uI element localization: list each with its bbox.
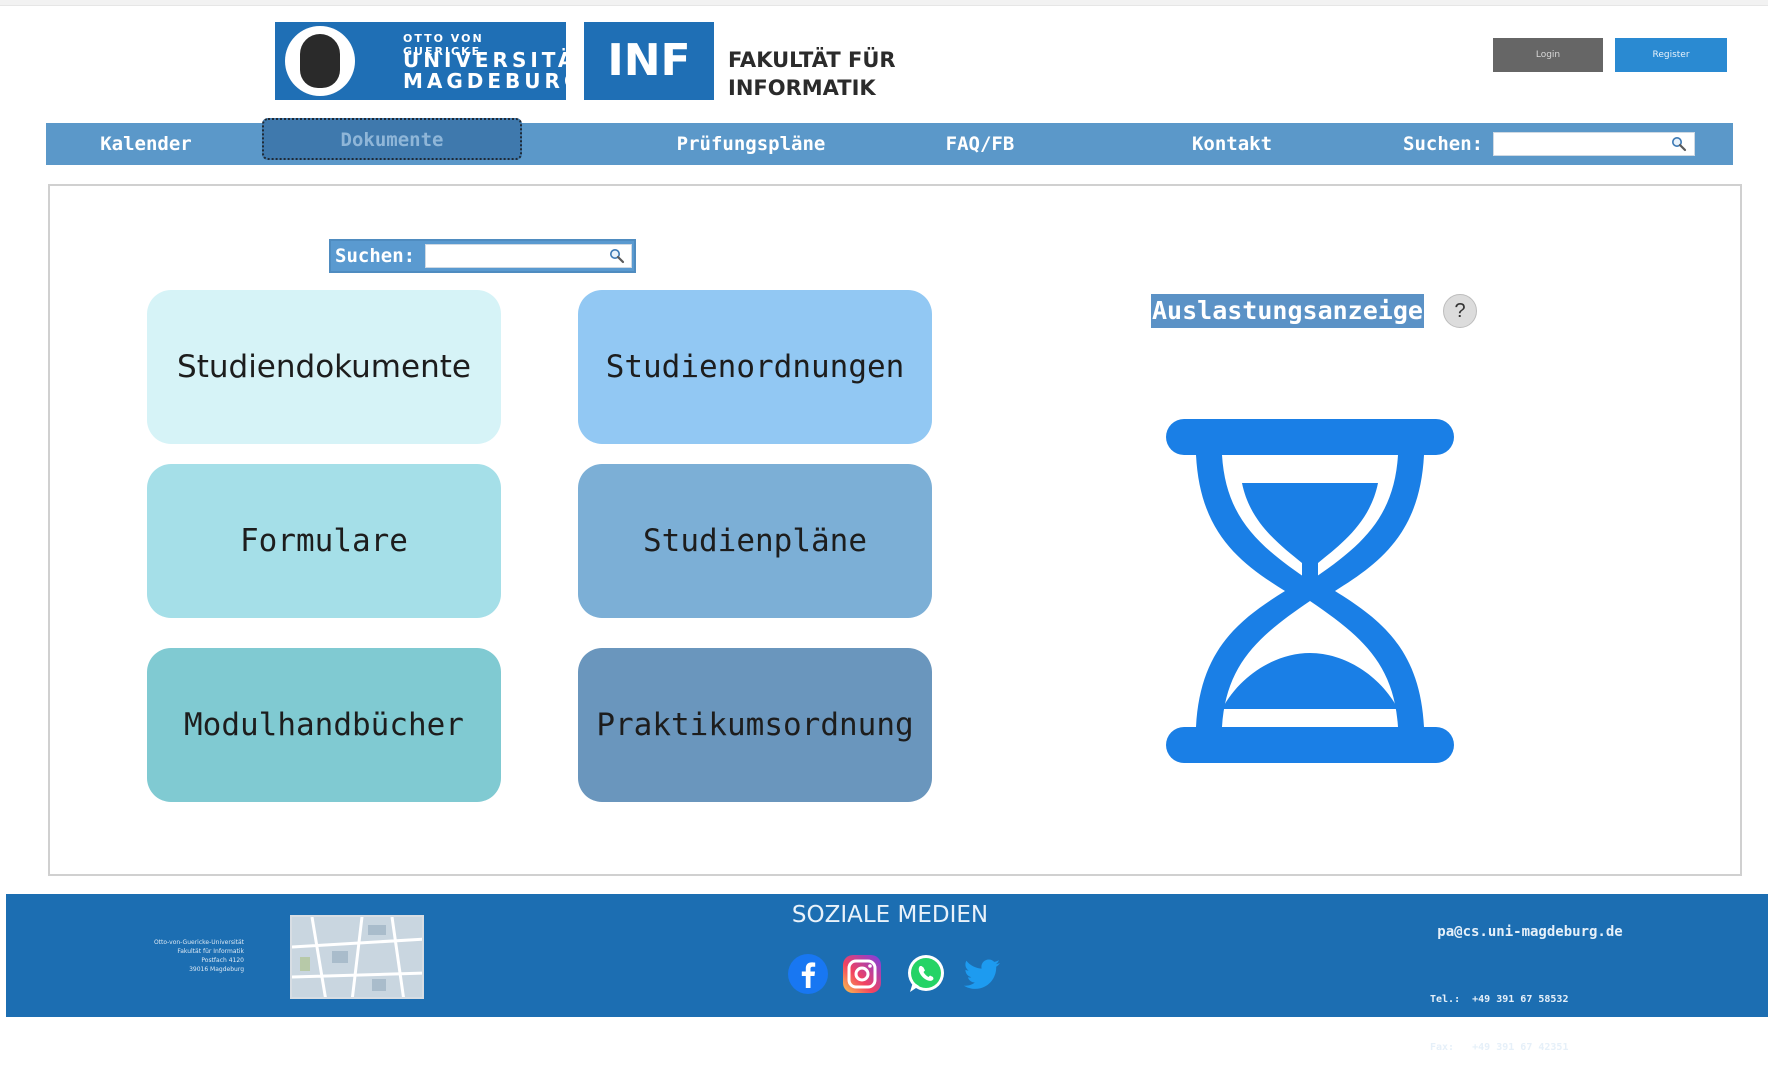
- main-nav: Kalender Dokumente Prüfungspläne FAQ/FB …: [46, 118, 1733, 165]
- register-button[interactable]: Register: [1615, 38, 1727, 72]
- footer-phone: Tel.: +49 391 67 58532: [1430, 994, 1569, 1005]
- faculty-name-line2: INFORMATIK: [728, 76, 876, 100]
- tile-modulhandbuecher[interactable]: Modulhandbücher: [147, 648, 501, 802]
- faculty-name-line1: FAKULTÄT FÜR: [728, 48, 896, 72]
- whatsapp-icon[interactable]: [904, 952, 948, 996]
- footer-address: Otto-von-Guericke-Universität Fakultät f…: [104, 938, 244, 974]
- inf-logo[interactable]: INF: [584, 22, 714, 100]
- tile-studienplaene[interactable]: Studienpläne: [578, 464, 932, 618]
- tile-praktikumsordnung[interactable]: Praktikumsordnung: [578, 648, 932, 802]
- twitter-icon[interactable]: [960, 952, 1004, 996]
- ovgu-logo[interactable]: OTTO VON GUERICKE UNIVERSITÄT MAGDEBURG: [275, 22, 589, 100]
- guericke-portrait-icon: [285, 26, 355, 96]
- map-thumbnail[interactable]: [290, 915, 424, 999]
- ovgu-logo-line1: UNIVERSITÄT: [403, 48, 594, 72]
- tile-studienordnungen[interactable]: Studienordnungen: [578, 290, 932, 444]
- nav-item-kontakt[interactable]: Kontakt: [1152, 123, 1312, 165]
- ovgu-logo-line2: MAGDEBURG: [403, 69, 585, 93]
- footer-address-line: Postfach 4120: [201, 957, 244, 964]
- footer-address-line: Otto-von-Guericke-Universität: [153, 939, 244, 946]
- nav-item-pruefungsplaene[interactable]: Prüfungspläne: [616, 123, 886, 165]
- documents-search-label: Suchen:: [335, 245, 416, 267]
- nav-item-faq-fb[interactable]: FAQ/FB: [900, 123, 1060, 165]
- social-media-title: SOZIALE MEDIEN: [791, 902, 989, 928]
- faculty-name: FAKULTÄT FÜR INFORMATIK: [728, 46, 896, 102]
- nav-search-label: Suchen:: [1403, 133, 1484, 155]
- documents-search-icon[interactable]: [609, 248, 625, 264]
- nav-item-kalender[interactable]: Kalender: [66, 123, 226, 165]
- login-button[interactable]: Login: [1493, 38, 1603, 72]
- top-strip: [0, 0, 1768, 6]
- instagram-icon[interactable]: [840, 952, 884, 996]
- nav-search-icon[interactable]: [1671, 136, 1687, 152]
- hourglass-icon: [1166, 419, 1454, 763]
- footer-address-line: 39016 Magdeburg: [189, 966, 244, 973]
- footer-fax: Fax: +49 391 67 42351: [1430, 1042, 1569, 1053]
- nav-item-dokumente[interactable]: Dokumente: [262, 118, 522, 160]
- nav-search-input[interactable]: [1493, 132, 1695, 156]
- tile-formulare[interactable]: Formulare: [147, 464, 501, 618]
- tile-studiendokumente[interactable]: Studiendokumente: [147, 290, 501, 444]
- footer-email[interactable]: pa@cs.uni-magdeburg.de: [1415, 924, 1645, 940]
- footer-address-line: Fakultät für Informatik: [177, 948, 244, 955]
- help-button[interactable]: ?: [1443, 294, 1477, 328]
- load-display-title: Auslastungsanzeige: [1151, 294, 1424, 328]
- footer-contact-numbers: Tel.: +49 391 67 58532 Fax: +49 391 67 4…: [1430, 960, 1660, 1072]
- facebook-icon[interactable]: [786, 952, 830, 996]
- documents-search: Suchen:: [329, 239, 636, 273]
- documents-search-input[interactable]: [425, 244, 632, 268]
